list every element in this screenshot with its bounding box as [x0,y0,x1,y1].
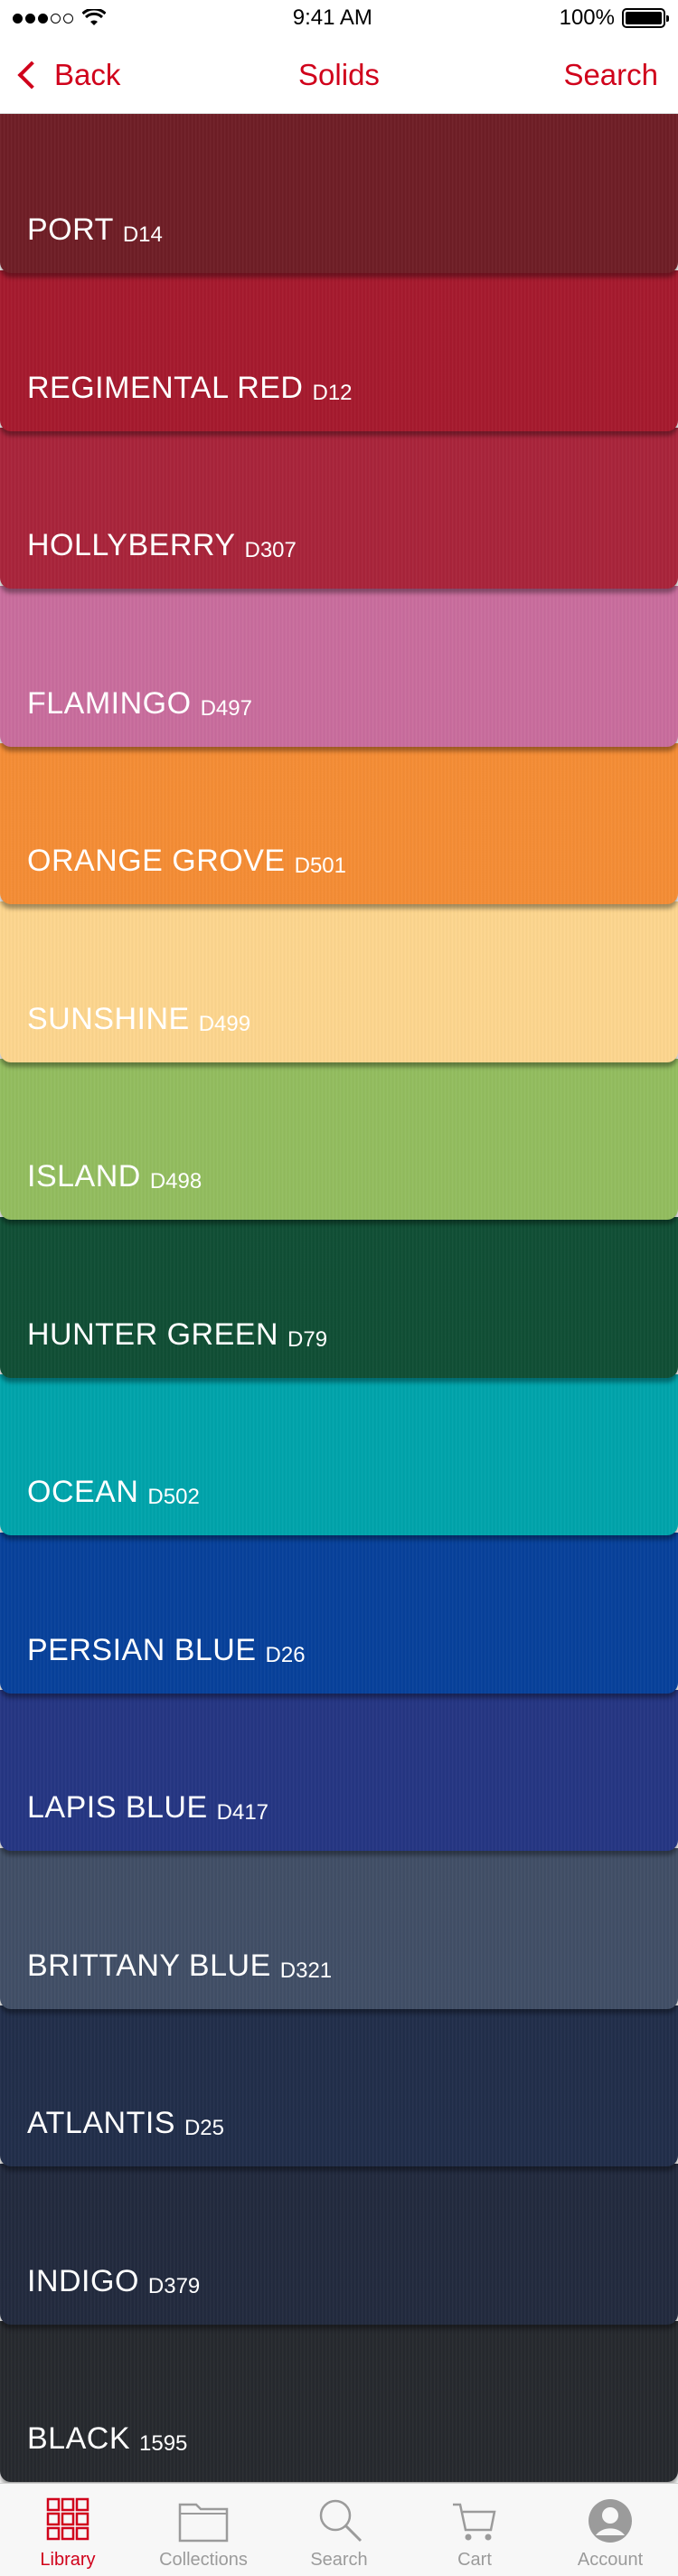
swatch-list[interactable]: PORT D14 REGIMENTAL RED D12 HOLLYBERRY D307 FL… [0,114,678,2483]
status-right: 100% [559,5,669,31]
back-label: Back [54,57,121,91]
swatch-code: D501 [294,854,346,878]
swatch-name: BLACK [27,2421,130,2456]
search-button[interactable]: Search [563,58,658,92]
tab-label: Search [310,2550,368,2570]
folder-icon [176,2496,231,2546]
swatch-code: D502 [147,1485,200,1509]
swatch-name: PERSIAN BLUE [27,1632,257,1667]
swatch-code: D379 [147,2273,201,2298]
wifi-icon [82,9,106,25]
swatch-item[interactable]: ATLANTIS D25 [0,2005,678,2166]
swatch-code: D321 [279,1958,333,1983]
swatch-code: D25 [184,2116,224,2140]
swatch-item[interactable]: FLAMINGO D497 [0,585,678,747]
swatch-code: D497 [200,695,252,721]
navigation-bar: Back Solids Search [0,36,678,114]
tab-label: Library [40,2550,96,2570]
swatch-code: 1595 [139,2431,188,2456]
swatch-name: SUNSHINE [27,1001,190,1036]
status-time: 9:41 AM [292,5,372,30]
tab-label: Cart [457,2550,492,2570]
battery-icon [621,8,669,28]
battery-percent: 100% [559,5,615,30]
chevron-left-icon [17,60,46,90]
status-left [13,9,106,27]
swatch-code: D498 [149,1169,202,1194]
swatch-name: ISLAND [27,1159,141,1194]
swatch-item[interactable]: PORT D14 [0,114,678,273]
tab-label: Account [577,2550,644,2570]
swatch-item[interactable]: OCEAN D502 [0,1374,678,1535]
swatch-item[interactable]: LAPIS BLUE D417 [0,1690,678,1851]
swatch-code: D79 [287,1326,328,1352]
swatch-code: D307 [244,538,297,562]
swatch-item[interactable]: BRITTANY BLUE D321 [0,1847,678,2009]
app-screen: 9:41 AM 100% Back Solids Search PORT D14 R… [0,0,678,2576]
tab-cart[interactable]: Cart [407,2484,542,2576]
swatch-name: LAPIS BLUE [27,1790,208,1825]
search-icon [312,2496,366,2546]
library-grid-icon [41,2496,95,2546]
swatch-item[interactable]: ISLAND D498 [0,1059,678,1220]
swatch-name: INDIGO [27,2263,139,2298]
swatch-item[interactable]: BLACK 1595 [0,2321,678,2482]
tab-account[interactable]: Account [542,2484,678,2576]
swatch-code: D12 [312,380,353,405]
status-bar: 9:41 AM 100% [0,0,678,36]
swatch-name: PORT [27,212,114,247]
swatch-item[interactable]: HOLLYBERRY D307 [0,428,678,589]
swatch-item[interactable]: REGIMENTAL RED D12 [0,269,678,431]
tab-collections[interactable]: Collections [136,2484,271,2576]
swatch-name: FLAMINGO [27,685,192,721]
swatch-name: ORANGE GROVE [27,844,286,878]
swatch-item[interactable]: ORANGE GROVE D501 [0,743,678,904]
tab-label: Collections [159,2550,248,2570]
tab-library[interactable]: Library [0,2484,136,2576]
swatch-code: D26 [265,1642,306,1667]
signal-strength-icon [13,13,73,24]
swatch-name: HUNTER GREEN [27,1316,279,1352]
swatch-item[interactable]: SUNSHINE D499 [0,901,678,1062]
cart-icon [447,2496,502,2546]
swatch-code: D14 [122,222,163,247]
swatch-name: OCEAN [27,1475,139,1509]
tab-bar: Library Collections Search Cart Account [0,2483,678,2576]
swatch-item[interactable]: INDIGO D379 [0,2163,678,2325]
swatch-name: HOLLYBERRY [27,528,236,562]
tab-search[interactable]: Search [271,2484,407,2576]
swatch-code: D499 [198,1011,251,1036]
swatch-name: BRITTANY BLUE [27,1948,271,1983]
swatch-name: ATLANTIS [27,2106,175,2140]
swatch-item[interactable]: HUNTER GREEN D79 [0,1216,678,1378]
account-icon [583,2496,637,2546]
swatch-item[interactable]: PERSIAN BLUE D26 [0,1532,678,1694]
swatch-code: D417 [216,1800,269,1825]
back-button[interactable]: Back [16,58,120,92]
battery-fill [625,12,662,24]
swatch-name: REGIMENTAL RED [27,370,304,405]
